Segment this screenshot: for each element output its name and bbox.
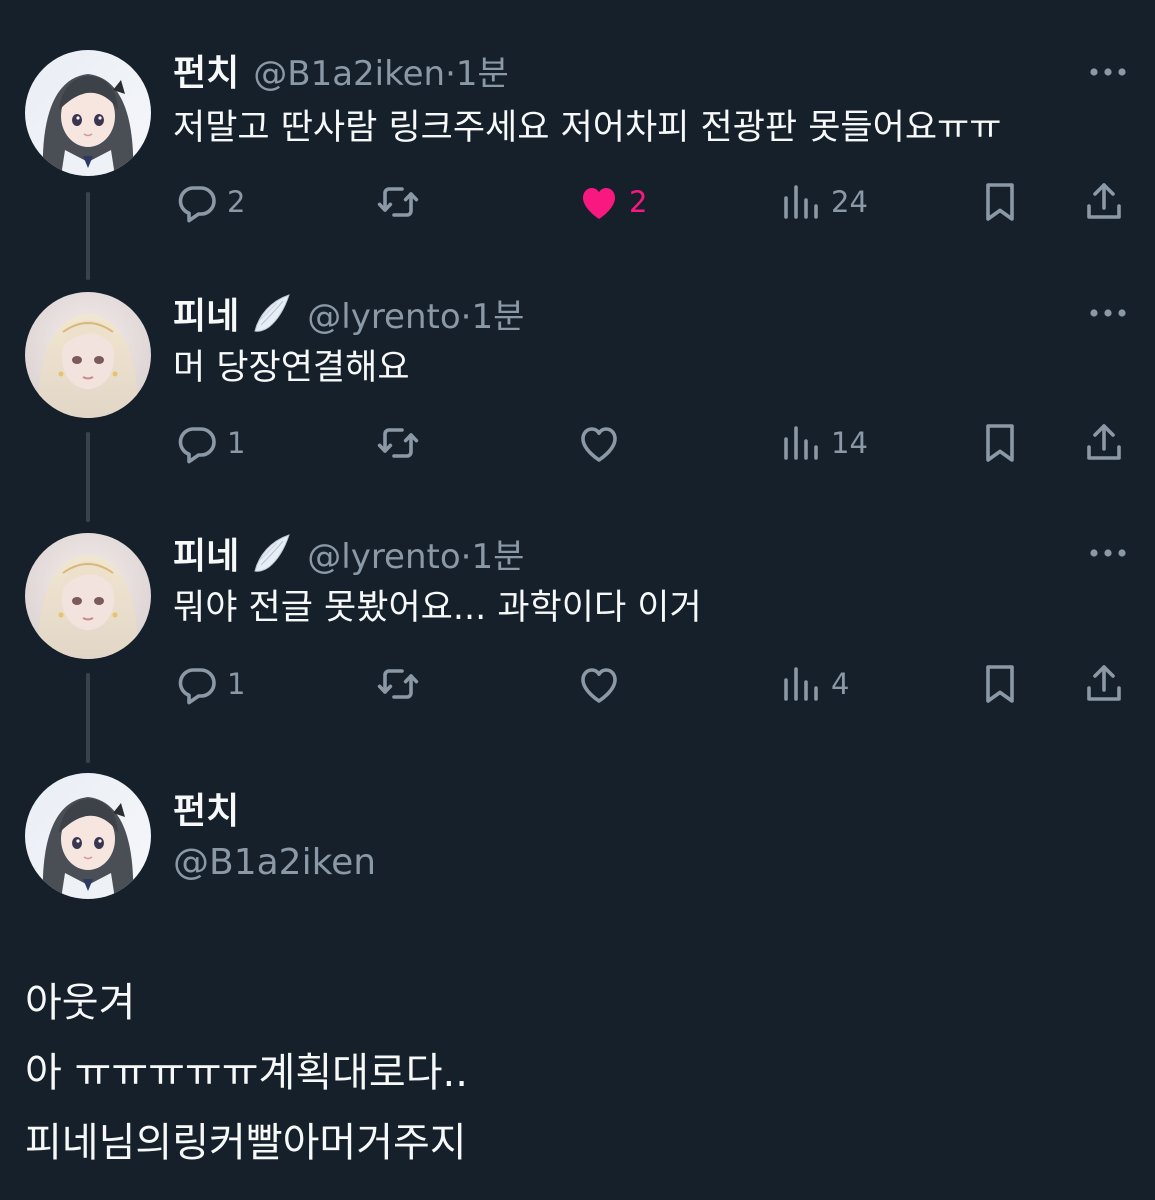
wing-badge-icon <box>254 294 291 332</box>
like-button[interactable] <box>575 654 629 714</box>
separator-dot: · <box>460 296 472 337</box>
handle[interactable]: @B1a2iken <box>253 54 445 94</box>
more-options-button[interactable] <box>1088 543 1128 563</box>
reply-count: 1 <box>227 667 246 701</box>
display-name[interactable]: 펀치 <box>173 44 239 96</box>
reply-button[interactable]: 2 <box>173 172 245 232</box>
conversation-thread: 펀치 @B1a2iken·1분 저말고 딴사람 링크주세요 저어차피 전광판 못… <box>0 0 1155 1200</box>
more-icon <box>1090 68 1126 76</box>
action-bar: 1 14 <box>0 413 1155 473</box>
retweet-icon <box>377 669 419 699</box>
view-count: 14 <box>831 426 868 460</box>
views-button[interactable]: 14 <box>777 413 868 473</box>
bookmark-icon <box>986 665 1014 703</box>
share-button[interactable] <box>1080 172 1128 232</box>
tweet-text: 뭐야 전글 못봤어요... 과학이다 이거 <box>173 588 702 628</box>
tweet-text-line: 아웃겨 <box>25 980 136 1026</box>
share-icon <box>1087 424 1121 460</box>
dark-hair-girl-avatar <box>25 50 151 176</box>
views-button[interactable]: 4 <box>777 654 849 714</box>
retweet-button[interactable] <box>374 654 428 714</box>
avatar[interactable] <box>25 292 151 418</box>
like-button[interactable]: 2 <box>575 172 647 232</box>
wing-badge-icon <box>254 534 291 572</box>
bookmark-button[interactable] <box>976 413 1024 473</box>
like-icon <box>581 668 617 703</box>
dark-hair-girl-avatar <box>25 773 151 899</box>
tweet-header: 펀치 @B1a2iken·1분 <box>173 45 509 95</box>
reply-count: 1 <box>227 426 246 460</box>
timestamp[interactable]: 1분 <box>471 537 524 577</box>
display-name[interactable]: 펀치 <box>173 782 239 834</box>
handle-and-time: @lyrento·1분 <box>307 289 524 338</box>
blonde-girl-avatar <box>25 292 151 418</box>
handle[interactable]: @lyrento <box>307 537 460 577</box>
avatar[interactable] <box>25 773 151 899</box>
retweet-button[interactable] <box>374 172 428 232</box>
timestamp[interactable]: 1분 <box>456 54 509 94</box>
views-icon <box>784 185 818 219</box>
like-icon <box>583 188 615 219</box>
tweet-text: 저말고 딴사람 링크주세요 저어차피 전광판 못들어요ㅠㅠ <box>173 108 1002 148</box>
bookmark-icon <box>986 183 1014 221</box>
retweet-icon <box>377 187 419 217</box>
views-icon <box>784 667 818 701</box>
display-name[interactable]: 피네 <box>173 527 239 579</box>
handle[interactable]: @lyrento <box>307 297 460 337</box>
more-options-button[interactable] <box>1088 62 1128 82</box>
view-count: 24 <box>831 185 868 219</box>
separator-dot: · <box>460 536 472 577</box>
reply-button[interactable]: 1 <box>173 413 245 473</box>
avatar[interactable] <box>25 50 151 176</box>
separator-dot: · <box>445 53 456 94</box>
avatar[interactable] <box>25 533 151 659</box>
retweet-button[interactable] <box>374 413 428 473</box>
handle[interactable]: @B1a2iken <box>173 842 376 883</box>
action-bar: 2 2 24 <box>0 172 1155 232</box>
bookmark-button[interactable] <box>976 172 1024 232</box>
reply-button[interactable]: 1 <box>173 654 245 714</box>
tweet-text: 머 당장연결해요 <box>173 348 410 388</box>
action-bar: 1 4 <box>0 654 1155 714</box>
share-icon <box>1087 665 1121 701</box>
blonde-girl-avatar <box>25 533 151 659</box>
view-count: 4 <box>831 667 850 701</box>
views-button[interactable]: 24 <box>777 172 868 232</box>
share-button[interactable] <box>1080 413 1128 473</box>
reply-count: 2 <box>227 185 246 219</box>
like-icon <box>581 427 617 462</box>
tweet-text-line: 아 ㅠㅠㅠㅠㅠ계획대로다.. <box>25 1050 468 1096</box>
views-icon <box>784 426 818 460</box>
tweet-text-line: 피네님의링커빨아머거주지 <box>25 1120 467 1166</box>
bookmark-icon <box>986 424 1014 462</box>
reply-icon <box>178 186 216 223</box>
bookmark-button[interactable] <box>976 654 1024 714</box>
timestamp[interactable]: 1분 <box>471 297 524 337</box>
more-icon <box>1090 549 1126 557</box>
more-icon <box>1090 309 1126 317</box>
like-count: 2 <box>629 185 648 219</box>
share-icon <box>1087 183 1121 219</box>
retweet-icon <box>377 428 419 458</box>
reply-icon <box>178 427 216 464</box>
like-button[interactable] <box>575 413 629 473</box>
reply-icon <box>178 668 216 705</box>
tweet-header: 피네 @lyrento·1분 <box>173 528 524 578</box>
more-options-button[interactable] <box>1088 303 1128 323</box>
tweet-header: 피네 @lyrento·1분 <box>173 288 524 338</box>
share-button[interactable] <box>1080 654 1128 714</box>
handle-and-time: @B1a2iken·1분 <box>253 46 509 95</box>
handle-and-time: @lyrento·1분 <box>307 529 524 578</box>
display-name[interactable]: 피네 <box>173 287 239 339</box>
tweet-text: 아웃겨 아 ㅠㅠㅠㅠㅠ계획대로다.. 피네님의링커빨아머거주지 <box>25 968 468 1178</box>
